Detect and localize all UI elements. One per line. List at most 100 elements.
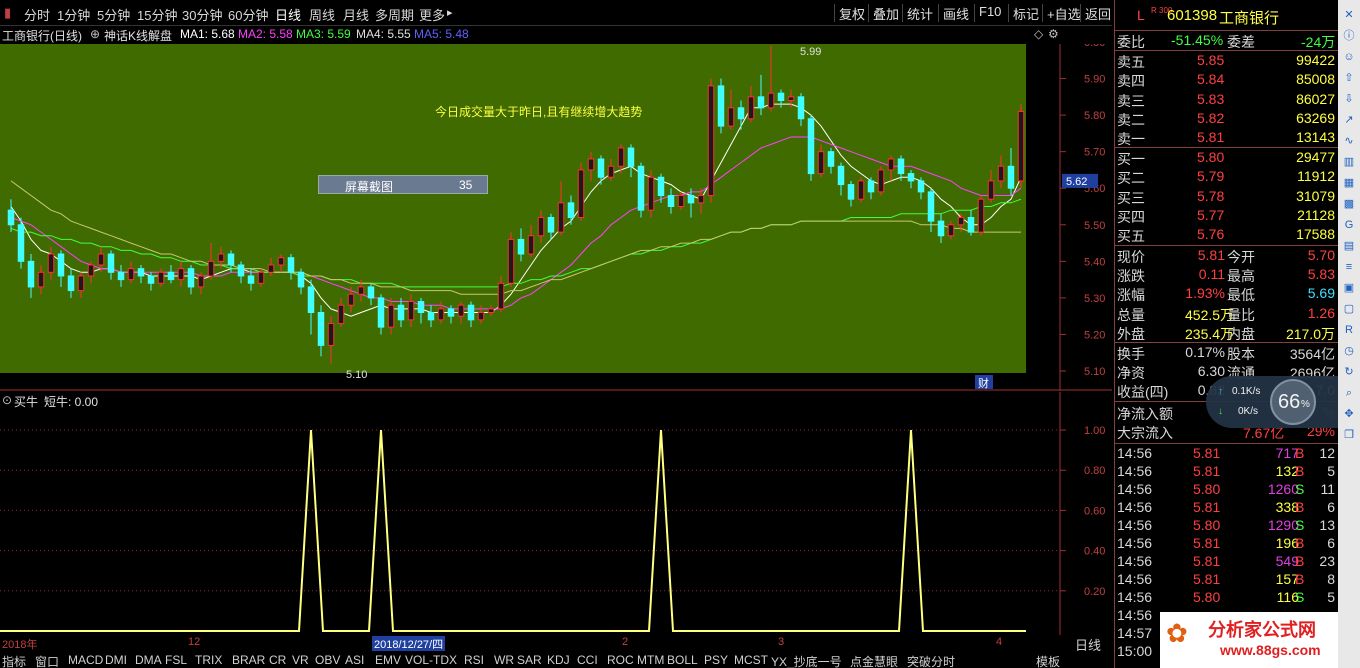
period-tab-4[interactable]: 30分钟 [182,5,222,24]
ask-row[interactable]: 卖一 5.81 13143 [1115,128,1339,147]
tick-price: 5.80 [1193,481,1221,497]
indicator-tab-25[interactable]: 点金慧眼 [850,653,898,668]
indicator-tab-2[interactable]: MACD [68,653,103,667]
bid-row[interactable]: 买一 5.80 29477 [1115,148,1339,167]
diamond-icon[interactable]: ◇ [1034,27,1043,41]
person-icon[interactable]: ☺ [1341,50,1357,64]
indicator-tab-16[interactable]: SAR [517,653,542,667]
list-icon[interactable]: ≡ [1341,260,1357,274]
search-icon[interactable]: ⌕ [1341,386,1357,400]
level-price: 5.85 [1197,52,1225,68]
info-icon[interactable]: ⓘ [1341,29,1357,43]
indicator-tab-3[interactable]: DMI [105,653,127,667]
indicator-tab-24[interactable]: YX_抄底一号 [771,653,842,668]
ask-row[interactable]: 卖二 5.82 63269 [1115,109,1339,128]
indicator-tab-9[interactable]: VR [292,653,309,667]
field-label-2: 最低 [1227,287,1255,304]
level-label: 买三 [1117,189,1145,206]
ask-row[interactable]: 卖五 5.85 99422 [1115,51,1339,70]
toolbar-button-3[interactable]: 画线 [938,4,973,22]
indicator-tab-14[interactable]: RSI [464,653,484,667]
bid-row[interactable]: 买五 5.76 17588 [1115,225,1339,244]
refresh-icon[interactable]: ↻ [1341,365,1357,379]
indicator-tab-4[interactable]: DMA [135,653,162,667]
window-icon[interactable]: ❐ [1341,428,1357,442]
indicator-tab-0[interactable]: 指标 [2,653,26,668]
period-tab-8[interactable]: 月线 [343,5,369,24]
indicator-tab-17[interactable]: KDJ [547,653,570,667]
toolbar-button-6[interactable]: +自选 [1042,4,1085,22]
indicator-tab-12[interactable]: EMV [375,653,401,667]
tab-template[interactable]: 模板 [1036,653,1060,668]
candle-icon[interactable]: ▥ [1341,155,1357,169]
indicator-tab-5[interactable]: FSL [165,653,187,667]
toolbar-button-1[interactable]: 叠加 [868,4,903,22]
table-icon[interactable]: ▦ [1341,176,1357,190]
box-icon[interactable]: ▣ [1341,281,1357,295]
bid-row[interactable]: 买二 5.79 11912 [1115,167,1339,186]
period-tab-6[interactable]: 日线 [275,5,301,24]
collapse-icon[interactable]: ⊙ [2,393,12,407]
rsi-icon[interactable]: R [1341,323,1357,337]
indicator-tab-10[interactable]: OBV [315,653,340,667]
chart-mode-icon[interactable]: ▮ [4,5,11,21]
trend-icon[interactable]: ↗ [1341,113,1357,127]
period-tab-10[interactable]: 更多 [419,5,445,24]
indicator-tab-26[interactable]: 突破分时 [907,653,955,668]
stock-name[interactable]: 工商银行 [1219,7,1279,28]
gear-icon[interactable]: ⚙ [1048,27,1059,41]
ask-row[interactable]: 卖三 5.83 86027 [1115,90,1339,109]
grid-icon[interactable]: ▩ [1341,197,1357,211]
formula-name[interactable]: 神话K线解盘 [104,27,172,44]
screenshot-button[interactable]: 屏幕截图 35 [318,175,488,194]
toolbar-button-2[interactable]: 统计 [902,4,937,22]
period-tab-3[interactable]: 15分钟 [137,5,177,24]
candle-body [7,209,15,226]
bar-chart-icon[interactable]: ▤ [1341,239,1357,253]
toolbar-button-0[interactable]: 复权 [834,4,869,22]
toolbar-button-5[interactable]: 标记 [1008,4,1043,22]
cursor-icon[interactable]: ✥ [1341,407,1357,421]
indicator-tab-22[interactable]: PSY [704,653,728,667]
ask-row[interactable]: 卖四 5.84 85008 [1115,70,1339,89]
screen-icon[interactable]: ▢ [1341,302,1357,316]
gs-icon[interactable]: G [1341,218,1357,232]
line-chart-icon[interactable]: ∿ [1341,134,1357,148]
period-tab-1[interactable]: 1分钟 [57,5,90,24]
candle-body [537,216,545,237]
indicator-tab-20[interactable]: MTM [637,653,664,667]
bid-row[interactable]: 买四 5.77 21128 [1115,206,1339,225]
down-arrow-icon[interactable]: ⇩ [1341,92,1357,106]
period-tab-7[interactable]: 周线 [309,5,335,24]
level-volume: 29477 [1296,149,1335,165]
indicator-tab-21[interactable]: BOLL [667,653,698,667]
indicator-tab-6[interactable]: TRIX [195,653,222,667]
candlestick-chart[interactable]: 6.005.905.805.705.605.505.405.305.205.10… [0,44,1112,391]
more-arrow-icon[interactable]: ▸ [447,6,453,19]
indicator-chart[interactable]: 1.00 0.80 0.60 0.40 0.20 [0,392,1112,635]
candle-body [907,173,915,182]
indicator-tab-18[interactable]: CCI [577,653,598,667]
period-tab-9[interactable]: 多周期 [375,5,414,24]
bid-row[interactable]: 买三 5.78 31079 [1115,187,1339,206]
indicator-tab-13[interactable]: VOL-TDX [405,653,457,667]
period-tab-2[interactable]: 5分钟 [97,5,130,24]
indicator-tab-11[interactable]: ASI [345,653,364,667]
toolbar-button-7[interactable]: 返回 [1080,4,1115,22]
period-tab-0[interactable]: 分时 [24,5,50,24]
indicator-tab-15[interactable]: WR [494,653,514,667]
indicator-tab-19[interactable]: ROC [607,653,634,667]
indicator-tab-8[interactable]: CR [269,653,286,667]
cpu-gauge[interactable]: 66 % [1270,379,1316,425]
indicator-tab-7[interactable]: BRAR [232,653,265,667]
indicator-tick-label: 1.00 [1084,425,1105,437]
formula-chevron-icon[interactable]: ⊕ [90,27,100,41]
close-icon[interactable]: ✕ [1341,8,1357,22]
toolbar-button-4[interactable]: F10 [974,4,1005,22]
indicator-tab-1[interactable]: 窗口 [35,653,59,668]
time-icon[interactable]: ◷ [1341,344,1357,358]
indicator-tab-23[interactable]: MCST [734,653,768,667]
up-arrow-icon[interactable]: ⇧ [1341,71,1357,85]
finance-tag: 财 [978,376,989,390]
period-tab-5[interactable]: 60分钟 [228,5,268,24]
